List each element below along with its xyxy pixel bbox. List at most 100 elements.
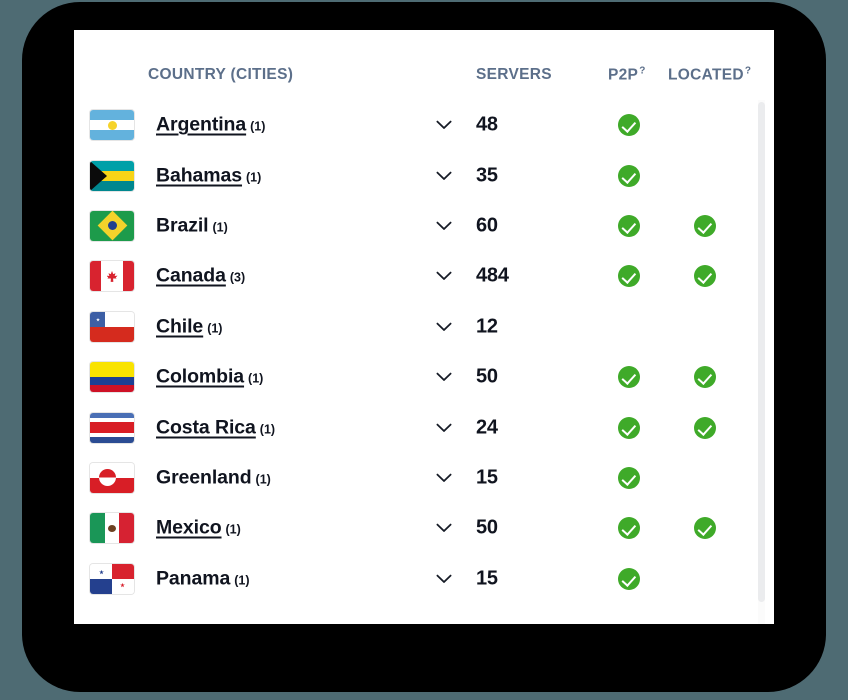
expand-row-chevron-down-icon[interactable] bbox=[436, 221, 452, 231]
server-count: 50 bbox=[476, 365, 498, 388]
column-header-servers[interactable]: SERVERS bbox=[476, 66, 552, 84]
city-count: (1) bbox=[259, 422, 276, 437]
country-name-link[interactable]: Colombia bbox=[156, 366, 244, 388]
table-row[interactable]: Bahamas (1) 35 bbox=[74, 150, 774, 200]
expand-row-chevron-down-icon[interactable] bbox=[436, 120, 452, 130]
column-header-p2p[interactable]: P2P? bbox=[608, 65, 646, 84]
table-row[interactable]: Colombia (1) 50 bbox=[74, 352, 774, 402]
table-row[interactable]: Brazil (1) 60 bbox=[74, 201, 774, 251]
country-name-link[interactable]: Bahamas bbox=[156, 164, 242, 186]
p2p-check-circle-icon bbox=[618, 265, 640, 288]
city-count: (1) bbox=[225, 522, 241, 537]
server-count-cell: 24 bbox=[476, 416, 498, 439]
country-name-link[interactable]: Canada bbox=[156, 265, 226, 287]
server-count: 50 bbox=[476, 516, 498, 539]
p2p-status-cell bbox=[618, 366, 640, 389]
p2p-check-circle-icon bbox=[618, 466, 640, 489]
p2p-status-cell bbox=[618, 164, 640, 187]
table-row[interactable]: Panama (1) 15 bbox=[74, 554, 774, 604]
p2p-status-cell bbox=[618, 416, 640, 439]
server-count-cell: 12 bbox=[476, 315, 498, 338]
column-header-p2p-label: P2P bbox=[608, 66, 639, 84]
server-count: 15 bbox=[476, 466, 498, 489]
located-status-cell bbox=[694, 316, 716, 338]
city-count: (1) bbox=[212, 220, 228, 235]
country-name-cell[interactable]: Costa Rica (1) bbox=[156, 416, 275, 439]
table-row[interactable]: Greenland (1) 15 bbox=[74, 453, 774, 503]
located-status-cell bbox=[694, 467, 716, 489]
located-status-cell bbox=[694, 366, 716, 389]
table-header: COUNTRY (CITIES) SERVERS P2P? LOCATED? bbox=[74, 30, 774, 100]
located-check-circle-icon bbox=[694, 265, 716, 288]
flag-greenland bbox=[90, 462, 134, 493]
country-name-cell[interactable]: Brazil (1) bbox=[156, 214, 228, 237]
expand-row-chevron-down-icon[interactable] bbox=[436, 322, 452, 332]
server-count: 15 bbox=[476, 567, 498, 590]
server-count: 484 bbox=[476, 264, 509, 287]
located-status-cell bbox=[694, 265, 716, 288]
p2p-help-icon[interactable]: ? bbox=[639, 65, 645, 76]
country-name-cell[interactable]: Mexico (1) bbox=[156, 517, 241, 540]
server-count-cell: 50 bbox=[476, 366, 498, 389]
located-status-cell bbox=[694, 214, 716, 237]
p2p-status-cell bbox=[618, 316, 640, 338]
expand-row-chevron-down-icon[interactable] bbox=[436, 171, 452, 181]
flag-bahamas bbox=[90, 160, 134, 191]
expand-row-chevron-down-icon[interactable] bbox=[436, 574, 452, 584]
located-status-cell bbox=[694, 416, 716, 439]
country-name-link[interactable]: Panama bbox=[156, 567, 230, 589]
column-header-located[interactable]: LOCATED? bbox=[668, 65, 751, 84]
table-row[interactable]: Costa Rica (1) 24 bbox=[74, 402, 774, 452]
country-rows-list[interactable]: Argentina (1) 48 Bahamas (1) 35 Brazil (1) 60 Can… bbox=[74, 100, 774, 624]
country-name-link[interactable]: Chile bbox=[156, 315, 203, 337]
p2p-check-circle-icon bbox=[618, 114, 640, 137]
country-name-cell[interactable]: Chile (1) bbox=[156, 315, 222, 338]
server-count-cell: 484 bbox=[476, 265, 509, 288]
p2p-status-cell bbox=[618, 567, 640, 590]
table-row[interactable]: Canada (3) 484 bbox=[74, 251, 774, 301]
country-name-cell[interactable]: Argentina (1) bbox=[156, 114, 265, 137]
scrollbar-thumb[interactable] bbox=[758, 102, 765, 602]
country-name-cell[interactable]: Colombia (1) bbox=[156, 366, 263, 389]
located-check-circle-icon bbox=[694, 517, 716, 540]
server-count: 24 bbox=[476, 416, 498, 439]
located-status-cell bbox=[694, 568, 716, 590]
server-count-cell: 35 bbox=[476, 164, 498, 187]
p2p-check-circle-icon bbox=[618, 214, 640, 237]
p2p-status-cell bbox=[618, 517, 640, 540]
expand-row-chevron-down-icon[interactable] bbox=[436, 271, 452, 281]
table-row[interactable]: Chile (1) 12 bbox=[74, 302, 774, 352]
city-count: (1) bbox=[207, 321, 223, 336]
table-row[interactable]: Argentina (1) 48 bbox=[74, 100, 774, 150]
column-header-country[interactable]: COUNTRY (CITIES) bbox=[148, 66, 293, 84]
country-name-link[interactable]: Brazil bbox=[156, 214, 209, 236]
country-name-cell[interactable]: Panama (1) bbox=[156, 567, 249, 590]
p2p-check-circle-icon bbox=[618, 164, 640, 187]
country-name-cell[interactable]: Bahamas (1) bbox=[156, 164, 261, 187]
country-name-link[interactable]: Greenland bbox=[156, 466, 252, 488]
server-count-cell: 50 bbox=[476, 517, 498, 540]
flag-canada bbox=[90, 261, 134, 292]
flag-costa-rica bbox=[90, 412, 134, 443]
expand-row-chevron-down-icon[interactable] bbox=[436, 473, 452, 483]
country-name-link[interactable]: Mexico bbox=[156, 517, 222, 539]
city-count: (3) bbox=[229, 270, 246, 285]
expand-row-chevron-down-icon[interactable] bbox=[436, 423, 452, 433]
city-count: (1) bbox=[248, 371, 264, 386]
expand-row-chevron-down-icon[interactable] bbox=[436, 523, 452, 533]
p2p-status-cell bbox=[618, 114, 640, 137]
located-help-icon[interactable]: ? bbox=[745, 65, 751, 76]
flag-colombia bbox=[90, 362, 134, 393]
country-name-cell[interactable]: Greenland (1) bbox=[156, 466, 271, 489]
flag-mexico bbox=[90, 513, 134, 544]
expand-row-chevron-down-icon[interactable] bbox=[436, 372, 452, 382]
table-row[interactable]: Mexico (1) 50 bbox=[74, 503, 774, 553]
flag-brazil bbox=[90, 210, 134, 241]
p2p-check-circle-icon bbox=[618, 416, 640, 439]
city-count: (1) bbox=[255, 472, 271, 487]
country-name-cell[interactable]: Canada (3) bbox=[156, 265, 245, 288]
flag-panama bbox=[90, 563, 134, 594]
p2p-status-cell bbox=[618, 265, 640, 288]
country-name-link[interactable]: Costa Rica bbox=[156, 416, 256, 438]
country-name-link[interactable]: Argentina bbox=[156, 114, 246, 136]
